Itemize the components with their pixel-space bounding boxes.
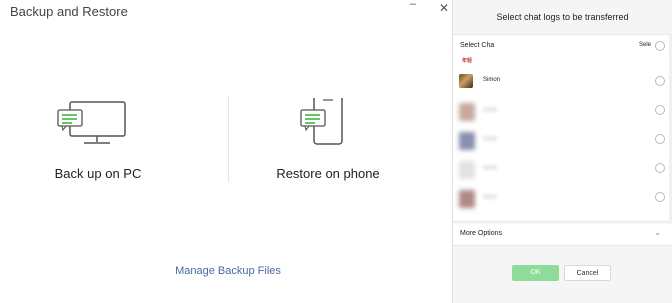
select-all-radio[interactable]	[655, 41, 665, 51]
more-options-label: More Options	[460, 230, 503, 237]
chevron-down-icon: ⌄	[654, 228, 661, 237]
avatar	[459, 74, 473, 88]
close-button[interactable]: ✕	[439, 1, 449, 15]
chat-row[interactable]	[453, 190, 672, 218]
list-header: Select Cha	[460, 42, 495, 49]
chat-select-radio[interactable]	[655, 105, 665, 115]
chat-name-redacted	[483, 194, 497, 199]
avatar	[459, 103, 475, 121]
monitor-chat-icon	[57, 101, 126, 144]
chat-select-radio[interactable]	[655, 134, 665, 144]
chat-row[interactable]	[453, 103, 672, 131]
restore-on-phone-option[interactable]: Restore on phone	[228, 98, 428, 188]
backup-on-pc-option[interactable]: Back up on PC	[0, 98, 196, 188]
more-options-row[interactable]: More Options ⌄	[453, 224, 672, 246]
backup-on-pc-label: Back up on PC	[54, 166, 142, 181]
phone-chat-icon	[300, 98, 343, 145]
avatar	[459, 161, 475, 179]
minimize-button[interactable]: –	[410, 0, 416, 10]
chat-row-simon[interactable]: Simon	[453, 74, 672, 102]
chat-select-radio[interactable]	[655, 192, 665, 202]
chat-name-redacted	[483, 136, 497, 141]
chat-name-redacted	[483, 165, 497, 170]
select-all-label: Sele	[638, 42, 651, 48]
ok-button[interactable]: OK	[512, 265, 559, 281]
chat-selection-panel: Select chat logs to be transferred Selec…	[452, 0, 672, 303]
chat-row[interactable]	[453, 161, 672, 189]
chat-name: Simon	[483, 77, 501, 83]
group-tag: 年轻	[462, 58, 473, 64]
chat-select-radio[interactable]	[655, 76, 665, 86]
chat-name-redacted	[483, 107, 497, 112]
chat-select-radio[interactable]	[655, 163, 665, 173]
chat-row[interactable]	[453, 132, 672, 160]
cancel-button[interactable]: Cancel	[564, 265, 611, 281]
panel-title: Select chat logs to be transferred	[496, 12, 629, 22]
chat-list[interactable]: Select Cha Sele 年轻 Simon	[453, 34, 672, 222]
window-title: Backup and Restore	[10, 4, 128, 19]
manage-backup-files-link[interactable]: Manage Backup Files	[0, 265, 456, 277]
avatar	[459, 132, 475, 150]
avatar	[459, 190, 475, 208]
restore-on-phone-label: Restore on phone	[276, 166, 380, 181]
backup-restore-main: Backup and Restore – ✕ Back up on PC Res…	[0, 0, 452, 303]
